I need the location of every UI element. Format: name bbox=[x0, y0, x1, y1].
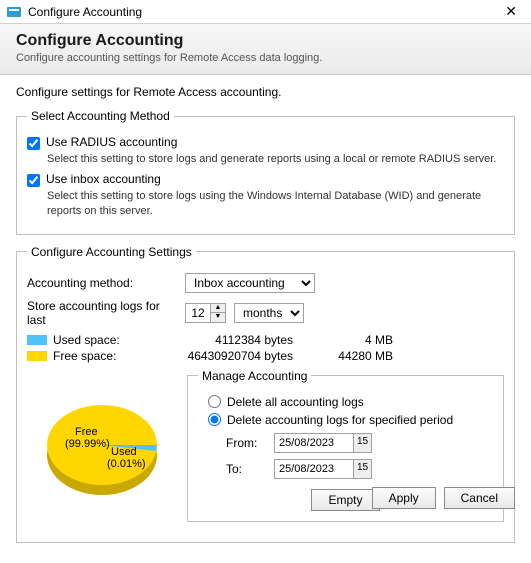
intro-text: Configure settings for Remote Access acc… bbox=[16, 85, 515, 99]
accounting-method-select[interactable]: Inbox accounting bbox=[185, 273, 315, 293]
svg-text:(0.01%): (0.01%) bbox=[107, 458, 146, 470]
store-unit-select[interactable]: months bbox=[234, 303, 304, 323]
empty-button[interactable]: Empty bbox=[311, 489, 379, 511]
method-fieldset: Select Accounting Method Use RADIUS acco… bbox=[16, 109, 515, 235]
inbox-label[interactable]: Use inbox accounting bbox=[46, 172, 161, 186]
free-space-row: Free space: 46430920704 bytes 44280 MB bbox=[27, 349, 504, 363]
radius-desc: Select this setting to store logs and ge… bbox=[47, 152, 504, 166]
svg-text:Used: Used bbox=[111, 446, 137, 458]
to-date-input[interactable]: 25/08/2023 15 bbox=[274, 459, 372, 479]
delete-period-label[interactable]: Delete accounting logs for specified per… bbox=[227, 413, 453, 427]
radius-label[interactable]: Use RADIUS accounting bbox=[46, 135, 177, 149]
from-date-input[interactable]: 25/08/2023 15 bbox=[274, 433, 372, 453]
used-bytes: 4112384 bytes bbox=[133, 333, 293, 347]
manage-legend: Manage Accounting bbox=[198, 369, 311, 383]
svg-text:(99.99%): (99.99%) bbox=[65, 438, 110, 450]
free-swatch bbox=[27, 351, 47, 361]
store-value-input[interactable] bbox=[186, 304, 210, 322]
settings-legend: Configure Accounting Settings bbox=[27, 245, 196, 259]
method-legend: Select Accounting Method bbox=[27, 109, 174, 123]
free-bytes: 46430920704 bytes bbox=[133, 349, 293, 363]
free-human: 44280 MB bbox=[293, 349, 393, 363]
radius-checkbox[interactable] bbox=[27, 137, 40, 150]
delete-period-radio[interactable] bbox=[208, 413, 221, 426]
disk-usage-pie: Free (99.99%) Used (0.01%) bbox=[27, 369, 177, 519]
window-title: Configure Accounting bbox=[28, 5, 497, 19]
cancel-button[interactable]: Cancel bbox=[444, 487, 515, 509]
used-space-row: Used space: 4112384 bytes 4 MB bbox=[27, 333, 504, 347]
apply-button[interactable]: Apply bbox=[372, 487, 436, 509]
used-human: 4 MB bbox=[293, 333, 393, 347]
used-swatch bbox=[27, 335, 47, 345]
store-value-spinner[interactable]: ▲ ▼ bbox=[185, 303, 226, 323]
store-logs-label: Store accounting logs for last bbox=[27, 299, 177, 327]
app-icon bbox=[6, 4, 22, 20]
calendar-icon[interactable]: 15 bbox=[353, 460, 371, 478]
from-label: From: bbox=[226, 436, 266, 450]
inbox-desc: Select this setting to store logs using … bbox=[47, 189, 504, 218]
spinner-down[interactable]: ▼ bbox=[211, 313, 225, 322]
to-label: To: bbox=[226, 462, 266, 476]
accounting-method-label: Accounting method: bbox=[27, 276, 177, 290]
page-title: Configure Accounting bbox=[16, 32, 515, 50]
inbox-checkbox[interactable] bbox=[27, 174, 40, 187]
used-label: Used space: bbox=[53, 333, 133, 347]
spinner-up[interactable]: ▲ bbox=[211, 304, 225, 313]
page-header: Configure Accounting Configure accountin… bbox=[0, 24, 531, 75]
dialog-footer: Apply Cancel bbox=[372, 487, 515, 509]
page-subtitle: Configure accounting settings for Remote… bbox=[16, 52, 515, 64]
delete-all-label[interactable]: Delete all accounting logs bbox=[227, 395, 364, 409]
close-button[interactable]: ✕ bbox=[497, 3, 525, 20]
delete-all-radio[interactable] bbox=[208, 395, 221, 408]
svg-text:Free: Free bbox=[75, 426, 98, 438]
free-label: Free space: bbox=[53, 349, 133, 363]
calendar-icon[interactable]: 15 bbox=[353, 434, 371, 452]
titlebar: Configure Accounting ✕ bbox=[0, 0, 531, 24]
